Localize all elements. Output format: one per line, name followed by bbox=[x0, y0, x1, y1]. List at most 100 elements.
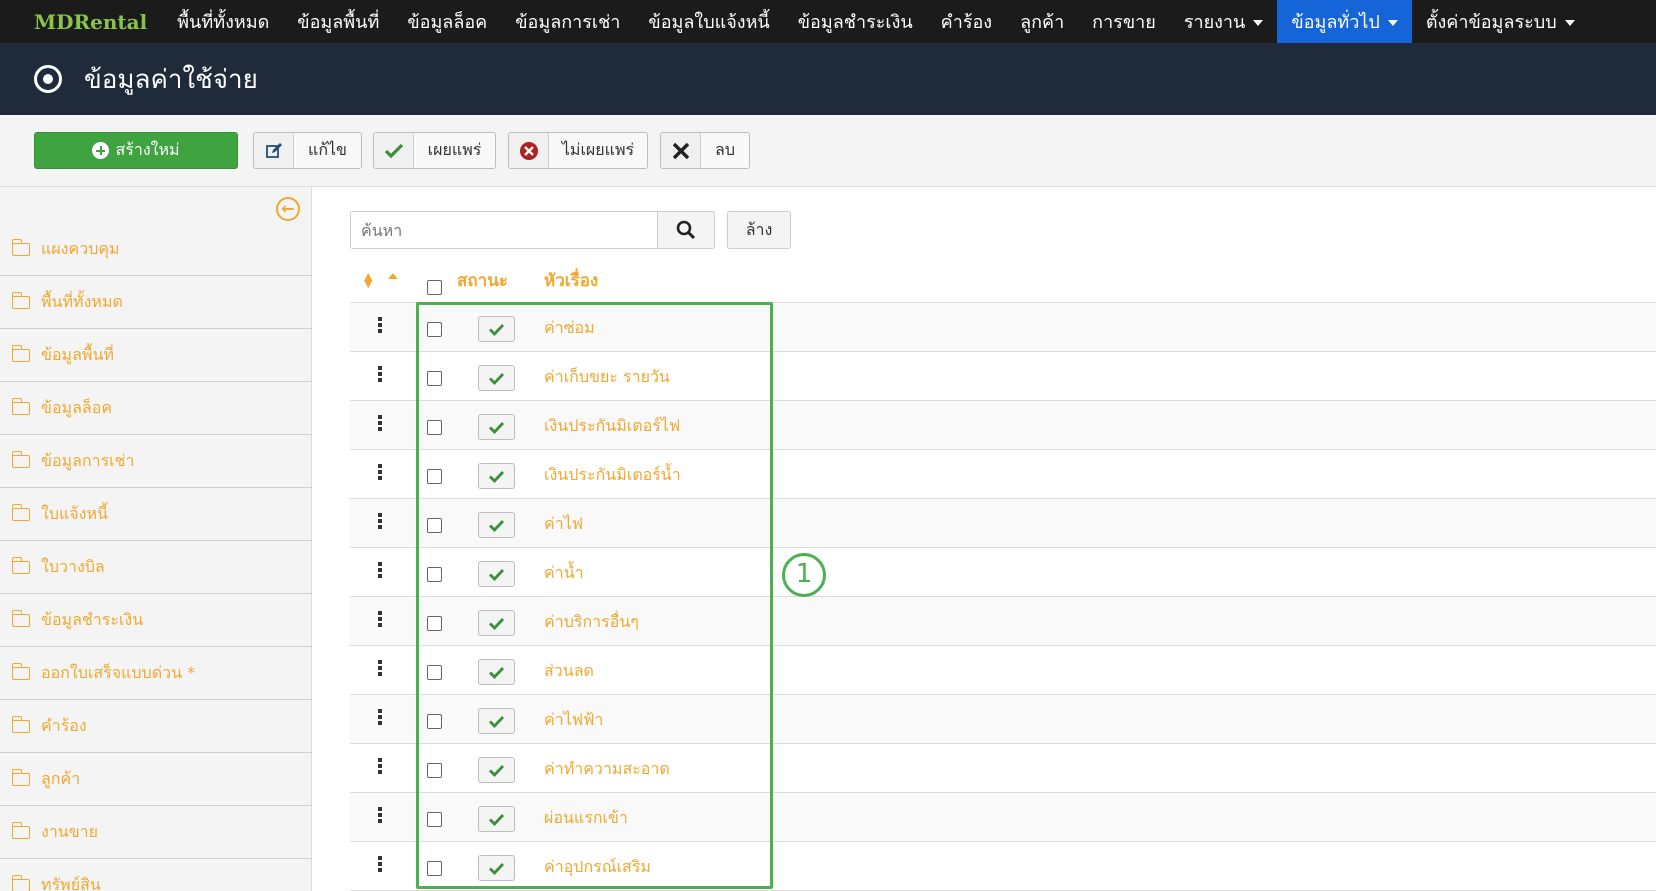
delete-button[interactable]: ลบ bbox=[660, 132, 750, 169]
row-title-link[interactable]: ค่าซ่อม bbox=[544, 316, 595, 341]
nav-item-8[interactable]: การขาย bbox=[1078, 0, 1170, 43]
row-checkbox[interactable] bbox=[427, 518, 442, 533]
folder-icon bbox=[11, 556, 30, 574]
drag-handle-icon[interactable] bbox=[378, 660, 382, 676]
nav-menu: พื้นที่ทั้งหมด ข้อมูลพื้นที่ ข้อมูลล็อค ข้อ… bbox=[163, 0, 1588, 43]
drag-handle-icon[interactable] bbox=[378, 611, 382, 627]
sidebar-item-10[interactable]: ลูกค้า bbox=[0, 753, 312, 806]
drag-handle-icon[interactable] bbox=[378, 317, 382, 333]
drag-handle-icon[interactable] bbox=[378, 366, 382, 382]
plus-circle-icon bbox=[92, 142, 110, 159]
table-row: ค่าบริการอื่นๆ bbox=[350, 597, 1656, 646]
sidebar-item-12[interactable]: ทรัพย์สิน bbox=[0, 859, 312, 891]
unpublish-button[interactable]: ไม่เผยแพร่ bbox=[508, 132, 648, 169]
row-checkbox[interactable] bbox=[427, 420, 442, 435]
row-title-link[interactable]: ค่าน้ำ bbox=[544, 561, 584, 586]
table-row: ค่าทำความสะอาด bbox=[350, 744, 1656, 793]
status-toggle-button[interactable] bbox=[478, 708, 515, 734]
row-title-link[interactable]: ค่าบริการอื่นๆ bbox=[544, 610, 639, 635]
nav-item-label: ลูกค้า bbox=[1020, 12, 1065, 33]
folder-icon bbox=[11, 344, 30, 362]
row-checkbox[interactable] bbox=[427, 812, 442, 827]
edit-button[interactable]: แก้ไข bbox=[253, 132, 362, 169]
sidebar-item-9[interactable]: คำร้อง bbox=[0, 700, 312, 753]
nav-item-label: ข้อมูลล็อค bbox=[407, 12, 488, 33]
row-title-link[interactable]: ส่วนลด bbox=[544, 659, 594, 684]
status-toggle-button[interactable] bbox=[478, 561, 515, 587]
status-toggle-button[interactable] bbox=[478, 463, 515, 489]
drag-handle-icon[interactable] bbox=[378, 856, 382, 872]
status-toggle-button[interactable] bbox=[478, 512, 515, 538]
row-checkbox[interactable] bbox=[427, 469, 442, 484]
sidebar-item-11[interactable]: งานขาย bbox=[0, 806, 312, 859]
row-title-link[interactable]: เงินประกันมิเตอร์ไฟ bbox=[544, 414, 680, 439]
check-icon bbox=[489, 470, 504, 483]
row-title-link[interactable]: ค่าไฟ bbox=[544, 512, 583, 537]
status-toggle-button[interactable] bbox=[478, 806, 515, 832]
sidebar-item-6[interactable]: ใบวางบิล bbox=[0, 541, 312, 594]
row-checkbox[interactable] bbox=[427, 322, 442, 337]
drag-handle-icon[interactable] bbox=[378, 758, 382, 774]
sort-icon[interactable]: ▲ ▼ bbox=[364, 271, 372, 289]
nav-item-2[interactable]: ข้อมูลล็อค bbox=[393, 0, 501, 43]
folder-icon bbox=[11, 609, 30, 627]
sidebar-item-1[interactable]: พื้นที่ทั้งหมด bbox=[0, 276, 312, 329]
row-title-link[interactable]: ผ่อนแรกเข้า bbox=[544, 806, 628, 831]
drag-handle-icon[interactable] bbox=[378, 807, 382, 823]
status-toggle-button[interactable] bbox=[478, 757, 515, 783]
drag-handle-icon[interactable] bbox=[378, 709, 382, 725]
search-button[interactable] bbox=[657, 211, 715, 249]
nav-item-9[interactable]: รายงาน bbox=[1170, 0, 1278, 43]
row-checkbox[interactable] bbox=[427, 665, 442, 680]
folder-icon bbox=[11, 768, 30, 786]
status-toggle-button[interactable] bbox=[478, 659, 515, 685]
header-title[interactable]: หัวเรื่อง bbox=[544, 267, 598, 294]
row-title-link[interactable]: ค่าเก็บขยะ รายวัน bbox=[544, 365, 670, 390]
drag-handle-icon[interactable] bbox=[378, 464, 382, 480]
status-toggle-button[interactable] bbox=[478, 855, 515, 881]
new-button[interactable]: สร้างใหม่ bbox=[34, 132, 238, 169]
nav-item-1[interactable]: ข้อมูลพื้นที่ bbox=[283, 0, 393, 43]
sidebar-item-5[interactable]: ใบแจ้งหนี้ bbox=[0, 488, 312, 541]
sidebar-item-8[interactable]: ออกใบเสร็จแบบด่วน * bbox=[0, 647, 312, 700]
status-toggle-button[interactable] bbox=[478, 414, 515, 440]
status-toggle-button[interactable] bbox=[478, 365, 515, 391]
table-row: เงินประกันมิเตอร์น้ำ bbox=[350, 450, 1656, 499]
row-title-link[interactable]: ค่าไฟฟ้า bbox=[544, 708, 603, 733]
drag-handle-icon[interactable] bbox=[378, 562, 382, 578]
brand-logo[interactable]: MDRental bbox=[0, 10, 163, 34]
row-title-link[interactable]: ค่าทำความสะอาด bbox=[544, 757, 670, 782]
clear-button[interactable]: ล้าง bbox=[727, 211, 791, 249]
search-input[interactable] bbox=[350, 211, 658, 249]
select-all-checkbox[interactable] bbox=[427, 280, 442, 295]
nav-item-0[interactable]: พื้นที่ทั้งหมด bbox=[163, 0, 283, 43]
row-title-link[interactable]: เงินประกันมิเตอร์น้ำ bbox=[544, 463, 681, 488]
nav-item-5[interactable]: ข้อมูลชำระเงิน bbox=[784, 0, 927, 43]
arrow-left-circle-icon[interactable]: ← bbox=[276, 197, 300, 221]
row-checkbox[interactable] bbox=[427, 371, 442, 386]
nav-item-7[interactable]: ลูกค้า bbox=[1006, 0, 1078, 43]
drag-handle-icon[interactable] bbox=[378, 513, 382, 529]
sidebar-item-7[interactable]: ข้อมูลชำระเงิน bbox=[0, 594, 312, 647]
publish-button[interactable]: เผยแพร่ bbox=[373, 132, 496, 169]
status-toggle-button[interactable] bbox=[478, 316, 515, 342]
sidebar-item-3[interactable]: ข้อมูลล็อค bbox=[0, 382, 312, 435]
sort-asc-icon[interactable] bbox=[388, 273, 398, 279]
sidebar-item-0[interactable]: แผงควบคุม bbox=[0, 223, 312, 276]
header-status[interactable]: สถานะ bbox=[457, 267, 508, 294]
nav-item-10[interactable]: ข้อมูลทั่วไป bbox=[1277, 0, 1412, 43]
row-title-link[interactable]: ค่าอุปกรณ์เสริม bbox=[544, 855, 651, 880]
nav-item-3[interactable]: ข้อมูลการเช่า bbox=[501, 0, 634, 43]
row-checkbox[interactable] bbox=[427, 616, 442, 631]
status-toggle-button[interactable] bbox=[478, 610, 515, 636]
nav-item-11[interactable]: ตั้งค่าข้อมูลระบบ bbox=[1412, 0, 1589, 43]
drag-handle-icon[interactable] bbox=[378, 415, 382, 431]
nav-item-4[interactable]: ข้อมูลใบแจ้งหนี้ bbox=[634, 0, 783, 43]
row-checkbox[interactable] bbox=[427, 714, 442, 729]
row-checkbox[interactable] bbox=[427, 567, 442, 582]
sidebar-item-4[interactable]: ข้อมูลการเช่า bbox=[0, 435, 312, 488]
row-checkbox[interactable] bbox=[427, 861, 442, 876]
row-checkbox[interactable] bbox=[427, 763, 442, 778]
nav-item-6[interactable]: คำร้อง bbox=[927, 0, 1006, 43]
sidebar-item-2[interactable]: ข้อมูลพื้นที่ bbox=[0, 329, 312, 382]
